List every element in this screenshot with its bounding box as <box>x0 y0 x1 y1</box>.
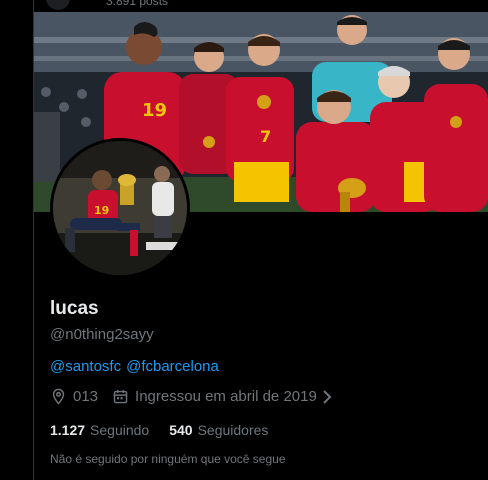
chevron-right-icon <box>321 389 333 405</box>
location-text: 013 <box>73 388 99 405</box>
location-pin-icon <box>50 388 67 405</box>
joined-item[interactable]: Ingressou em abril de 2019 <box>112 388 333 405</box>
profile-header-bar: 3.891 posts <box>34 0 488 12</box>
profile-meta: 013 Ingressou em abril de 2019 <box>50 388 333 405</box>
profile-bio: @santosfc @fcbarcelona <box>50 358 219 375</box>
post-count: 3.891 posts <box>106 0 169 8</box>
followed-by-note: Não é seguido por ninguém que você segue <box>50 452 286 466</box>
profile-avatar[interactable]: 19 <box>50 138 190 278</box>
following-label: Seguindo <box>90 422 150 438</box>
followers-count: 540 <box>169 422 193 438</box>
followers-label: Seguidores <box>197 422 269 438</box>
left-navigation-rail <box>0 0 33 480</box>
user-handle: @n0thing2sayy <box>50 326 154 343</box>
followers-link[interactable]: 540 Seguidores <box>169 422 268 438</box>
svg-text:7: 7 <box>260 127 271 146</box>
svg-text:19: 19 <box>142 100 167 121</box>
display-name: lucas <box>50 298 99 319</box>
follow-stats: 1.127 Seguindo 540 Seguidores <box>50 422 268 438</box>
location-item: 013 <box>50 388 98 405</box>
svg-text:19: 19 <box>94 204 109 217</box>
back-button[interactable] <box>46 0 70 10</box>
bio-link-santosfc[interactable]: @santosfc <box>50 358 121 375</box>
calendar-icon <box>112 388 129 405</box>
bio-link-fcbarcelona[interactable]: @fcbarcelona <box>126 358 219 375</box>
avatar-photo: 19 <box>53 141 187 275</box>
joined-date-text: Ingressou em abril de 2019 <box>135 388 317 405</box>
following-link[interactable]: 1.127 Seguindo <box>50 422 149 438</box>
following-count: 1.127 <box>50 422 86 438</box>
